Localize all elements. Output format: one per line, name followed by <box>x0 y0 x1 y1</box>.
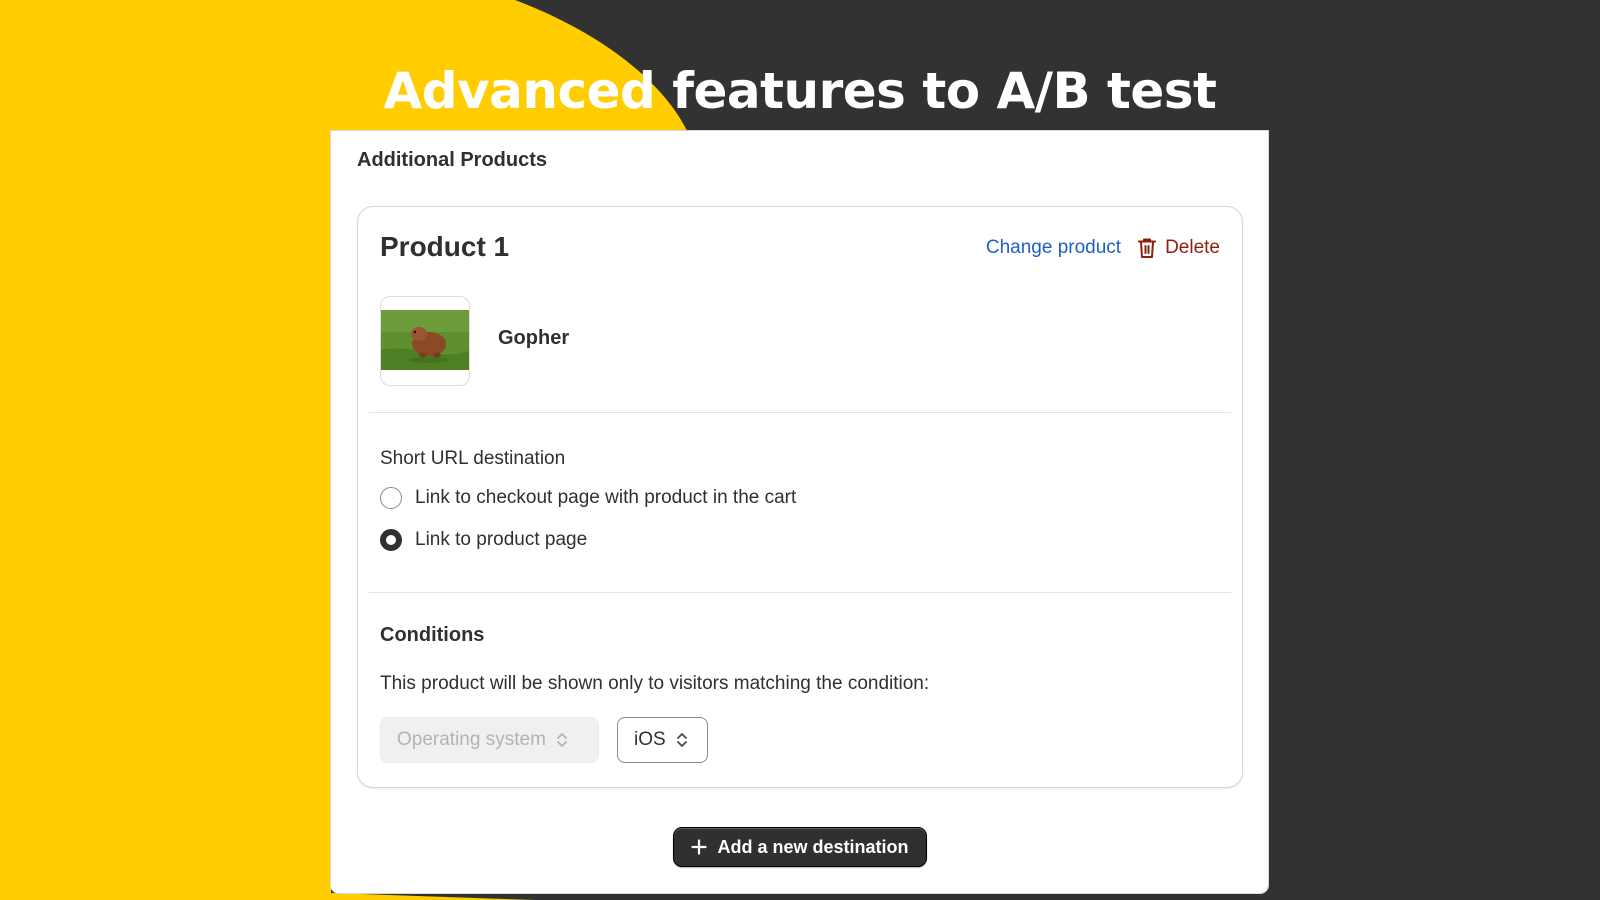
radio-product-page[interactable] <box>380 529 402 551</box>
additional-products-panel: Additional Products Product 1 Change pro… <box>331 131 1268 893</box>
product-name: Gopher <box>498 327 570 349</box>
delete-button[interactable]: Delete <box>1137 237 1220 259</box>
delete-label: Delete <box>1165 237 1220 258</box>
product-card-title: Product 1 <box>380 231 510 262</box>
divider <box>369 412 1231 413</box>
condition-value-select[interactable]: iOS <box>617 717 708 763</box>
condition-value: iOS <box>634 729 666 750</box>
change-product-link[interactable]: Change product <box>986 237 1121 259</box>
short-url-label: Short URL destination <box>380 448 566 469</box>
add-destination-label: Add a new destination <box>717 836 909 857</box>
product-card-actions: Change product Delete <box>986 237 1220 259</box>
product-card: Product 1 Change product Delete Gopher S… <box>357 206 1243 788</box>
plus-icon <box>691 839 708 855</box>
condition-field-select[interactable]: Operating system <box>380 717 599 763</box>
radio-checkout[interactable] <box>380 487 402 509</box>
radio-option-checkout[interactable]: Link to checkout page with product in th… <box>380 487 796 509</box>
radio-product-page-label: Link to product page <box>415 529 588 550</box>
product-thumbnail <box>380 296 470 386</box>
add-destination-button[interactable]: Add a new destination <box>673 827 927 867</box>
condition-field-value: Operating system <box>397 729 546 750</box>
select-chevron-icon <box>557 733 567 747</box>
radio-option-product-page[interactable]: Link to product page <box>380 529 587 551</box>
gopher-photo <box>381 310 469 370</box>
headline: Advanced features to A/B test <box>383 62 1217 120</box>
select-chevron-icon <box>676 733 687 747</box>
trash-icon <box>1138 238 1157 258</box>
section-title: Additional Products <box>357 149 547 171</box>
conditions-title: Conditions <box>380 624 485 646</box>
conditions-description: This product will be shown only to visit… <box>380 673 930 694</box>
radio-checkout-label: Link to checkout page with product in th… <box>415 487 797 508</box>
divider <box>369 592 1231 593</box>
